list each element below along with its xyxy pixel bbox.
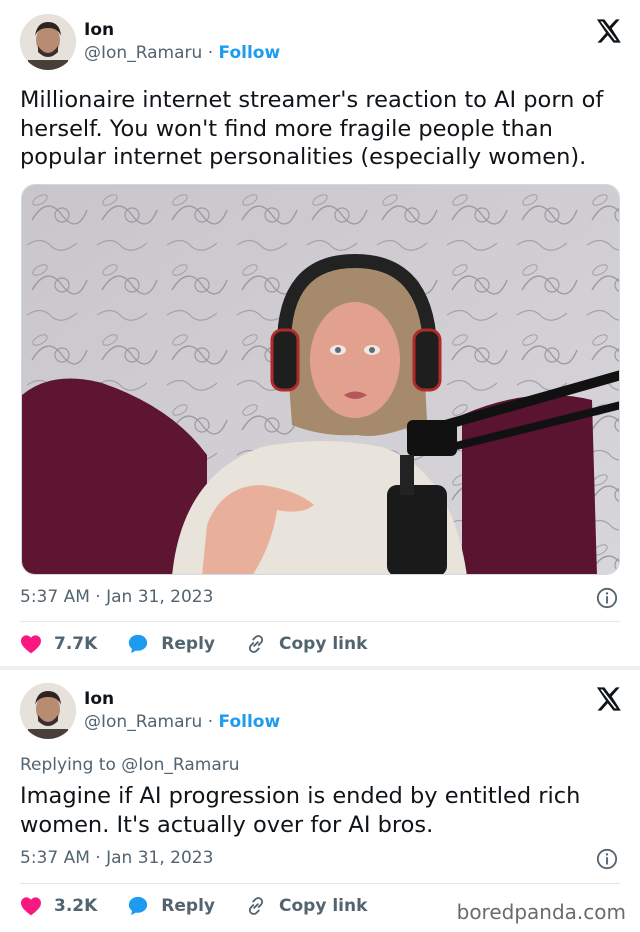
copy-link-label: Copy link (279, 634, 368, 654)
follow-button[interactable]: Follow (219, 712, 281, 732)
info-icon[interactable] (596, 848, 618, 870)
reply-label: Reply (161, 896, 215, 916)
like-button[interactable]: 3.2K (20, 896, 97, 916)
x-logo-icon[interactable] (594, 17, 622, 45)
follow-button[interactable]: Follow (219, 43, 281, 63)
reply-bubble-icon (129, 896, 148, 916)
author-name[interactable]: Ion (84, 689, 114, 709)
reply-button[interactable]: Reply (127, 895, 215, 917)
info-icon[interactable] (596, 587, 618, 609)
link-icon (248, 635, 264, 653)
avatar[interactable] (20, 14, 76, 70)
like-count: 3.2K (54, 896, 98, 916)
tweet-actions: 7.7K Reply Copy link (20, 629, 397, 659)
watermark: boredpanda.com (456, 900, 626, 924)
reply-bubble-icon (129, 634, 148, 654)
author-handle-row: @Ion_Ramaru · Follow (84, 43, 280, 63)
tweet-card-2: Ion @Ion_Ramaru · Follow Replying to @Io… (0, 670, 640, 932)
link-icon (248, 897, 264, 915)
reply-button[interactable]: Reply (127, 633, 215, 655)
tweet-media-image[interactable] (21, 184, 620, 575)
separator-dot: · (207, 712, 214, 732)
reply-label: Reply (161, 634, 215, 654)
avatar[interactable] (20, 683, 76, 739)
author-handle-row: @Ion_Ramaru · Follow (84, 712, 280, 732)
tweet-text: Imagine if AI progression is ended by en… (20, 783, 581, 838)
tweet-timestamp[interactable]: 5:37 AM · Jan 31, 2023 (20, 848, 213, 868)
like-count: 7.7K (54, 634, 98, 654)
copy-link-button[interactable]: Copy link (245, 633, 367, 655)
separator-dot: · (207, 43, 214, 63)
tweet-text: Millionaire internet streamer's reaction… (20, 87, 604, 170)
divider (20, 883, 620, 884)
copy-link-label: Copy link (279, 896, 368, 916)
tweet-card-1: Ion @Ion_Ramaru · Follow Millionaire int… (0, 0, 640, 666)
tweet-timestamp[interactable]: 5:37 AM · Jan 31, 2023 (20, 587, 213, 607)
copy-link-button[interactable]: Copy link (245, 895, 367, 917)
heart-icon (21, 635, 41, 654)
author-name[interactable]: Ion (84, 20, 114, 40)
x-logo-icon[interactable] (594, 685, 622, 713)
author-handle[interactable]: @Ion_Ramaru (84, 712, 202, 732)
divider (20, 621, 620, 622)
heart-icon (21, 897, 41, 916)
replying-to[interactable]: Replying to @Ion_Ramaru (20, 755, 240, 775)
tweet-actions: 3.2K Reply Copy link (20, 891, 397, 921)
author-handle[interactable]: @Ion_Ramaru (84, 43, 202, 63)
like-button[interactable]: 7.7K (20, 634, 97, 654)
